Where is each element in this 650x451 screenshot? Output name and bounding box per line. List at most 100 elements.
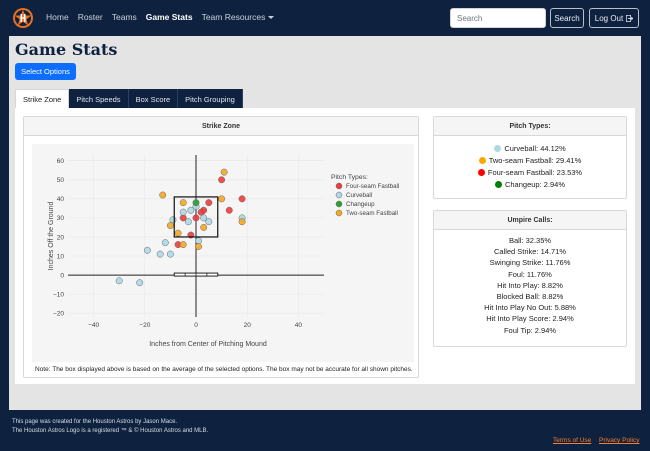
strike-zone-note: Note: The box displayed above is based o… bbox=[35, 366, 413, 373]
pitch-point bbox=[205, 199, 213, 207]
navbar: Home Roster Teams Game Stats Team Resour… bbox=[0, 0, 650, 36]
strike-zone-plot[interactable]: −40 −20 0 20 40 −20 −10 0 10 20 30 40 50 60 Inches fro… bbox=[32, 144, 414, 362]
legend-marker bbox=[335, 182, 343, 190]
pitch-type-item: Curveball: 44.12% bbox=[434, 142, 626, 154]
terms-of-use-link[interactable]: Terms of Use bbox=[553, 437, 591, 444]
y-tick-label: 50 bbox=[57, 177, 65, 184]
nav-game-stats[interactable]: Game Stats bbox=[146, 12, 193, 22]
pitch-point bbox=[179, 208, 187, 216]
nav-links: Home Roster Teams Game Stats Team Resour… bbox=[46, 12, 275, 22]
four-seam-dot-icon bbox=[477, 168, 485, 176]
pitch-types-card: Pitch Types: Curveball: 44.12% Two-seam … bbox=[433, 116, 627, 199]
legend-label: Changeup bbox=[346, 201, 375, 208]
pitch-point bbox=[169, 216, 177, 224]
legend-marker bbox=[335, 209, 343, 217]
pitch-type-label: Four-seam Fastball: 23.53% bbox=[487, 167, 583, 177]
tab-panel: Strike Zone −40 −20 0 20 40 −20 −10 0 10 20 30 40 50… bbox=[15, 108, 635, 384]
pitch-type-item: Changeup: 2.94% bbox=[434, 178, 626, 190]
tab-bar: Strike Zone Pitch Speeds Box Score Pitch… bbox=[15, 89, 243, 109]
pitch-point bbox=[197, 208, 205, 216]
legend-marker bbox=[335, 200, 343, 208]
umpire-call-item: Ball: 32.35% bbox=[508, 236, 552, 245]
search-button[interactable]: Search bbox=[550, 8, 584, 28]
pitch-point bbox=[166, 250, 174, 258]
strike-zone-chart: −40 −20 0 20 40 −20 −10 0 10 20 30 40 50 60 Inches fro… bbox=[48, 155, 399, 348]
x-tick-label: 40 bbox=[295, 322, 303, 329]
umpire-call-item: Hit Into Play Score: 2.94% bbox=[486, 314, 574, 324]
footer-copyright: The Houston Astros Logo is a registered … bbox=[12, 428, 209, 434]
x-tick-label: 20 bbox=[244, 322, 252, 329]
pitch-point bbox=[200, 223, 208, 231]
y-tick-label: −20 bbox=[53, 310, 64, 317]
footer-credit: This page was created for the Houston As… bbox=[12, 419, 178, 425]
pitch-type-label: Two-seam Fastball: 29.41% bbox=[488, 155, 582, 165]
tab-box-score[interactable]: Box Score bbox=[128, 89, 179, 109]
privacy-policy-link[interactable]: Privacy Policy bbox=[599, 437, 639, 444]
y-tick-label: −10 bbox=[53, 291, 64, 298]
x-tick-label: 0 bbox=[194, 322, 198, 329]
nav-teams[interactable]: Teams bbox=[112, 12, 137, 22]
umpire-calls-header: Umpire Calls: bbox=[434, 211, 626, 230]
nav-team-resources-dropdown[interactable]: Team Resources bbox=[202, 12, 275, 22]
pitch-point bbox=[136, 279, 144, 287]
pitch-point bbox=[205, 218, 213, 226]
nav-roster[interactable]: Roster bbox=[78, 12, 103, 22]
nav-team-resources-label: Team Resources bbox=[201, 12, 266, 22]
y-axis-title: Inches Off the Ground bbox=[48, 202, 55, 271]
pitch-types-list: Curveball: 44.12% Two-seam Fastball: 29.… bbox=[434, 136, 626, 190]
pitch-type-label: Changeup: 2.94% bbox=[504, 179, 566, 189]
nav-home[interactable]: Home bbox=[46, 12, 69, 22]
y-tick-label: 40 bbox=[57, 196, 65, 203]
umpire-calls-card: Umpire Calls: Ball: 32.35% Called Strike… bbox=[433, 210, 627, 347]
legend-label: Two-seam Fastball bbox=[346, 210, 398, 217]
pitch-point bbox=[192, 199, 200, 207]
strike-zone-card: Strike Zone −40 −20 0 20 40 −20 −10 0 10 20 30 40 50… bbox=[23, 116, 419, 378]
pitch-point bbox=[238, 218, 246, 226]
tab-pitch-speeds[interactable]: Pitch Speeds bbox=[69, 89, 129, 109]
pitch-point bbox=[161, 239, 169, 247]
umpire-call-item: Hit Into Play: 8.82% bbox=[497, 280, 563, 290]
legend-title: Pitch Types: bbox=[331, 174, 368, 181]
pitch-point bbox=[166, 222, 174, 229]
umpire-call-item: Called Strike: 14.71% bbox=[493, 247, 567, 257]
y-tick-label: 30 bbox=[57, 215, 65, 222]
umpire-call-item: Blocked Ball: 8.82% bbox=[496, 291, 564, 301]
umpire-call-item: Foul: 11.76% bbox=[508, 269, 552, 279]
y-tick-label: 60 bbox=[57, 158, 65, 165]
pitch-point bbox=[238, 195, 246, 203]
pitch-point bbox=[192, 214, 200, 222]
x-tick-label: −40 bbox=[88, 322, 99, 329]
legend-label: Four-seam Fastball bbox=[346, 183, 399, 190]
tab-strike-zone[interactable]: Strike Zone bbox=[15, 89, 70, 109]
pitch-type-label: Curveball: 44.12% bbox=[504, 143, 566, 153]
logout-button[interactable]: Log Out bbox=[589, 8, 639, 28]
pitch-point bbox=[143, 246, 151, 254]
x-tick-label: −20 bbox=[139, 322, 150, 329]
pitch-point bbox=[174, 229, 182, 237]
pitch-point bbox=[225, 206, 233, 214]
pitch-point bbox=[179, 241, 187, 249]
page-title: Game Stats bbox=[15, 40, 118, 59]
legend-label: Curveball bbox=[346, 192, 372, 199]
pitch-point bbox=[218, 176, 226, 184]
y-tick-label: 0 bbox=[60, 272, 64, 279]
tab-pitch-grouping[interactable]: Pitch Grouping bbox=[178, 89, 243, 109]
pitch-type-item: Four-seam Fastball: 23.53% bbox=[434, 166, 626, 178]
curveball-dot-icon bbox=[494, 144, 502, 152]
pitch-types-header: Pitch Types: bbox=[434, 117, 626, 136]
x-axis-title: Inches from Center of Pitching Mound bbox=[149, 341, 267, 348]
pitch-point bbox=[159, 191, 167, 199]
pitch-point bbox=[156, 250, 164, 258]
pitch-point bbox=[195, 243, 203, 250]
umpire-call-item: Hit Into Play No Out: 5.88% bbox=[484, 303, 576, 313]
pitch-point bbox=[218, 195, 226, 203]
main-area: Game Stats Select Options Strike Zone Pi… bbox=[0, 36, 650, 410]
search-input[interactable] bbox=[450, 8, 546, 28]
logout-label: Log Out bbox=[594, 13, 624, 23]
umpire-call-item: Foul Tip: 2.94% bbox=[503, 325, 557, 335]
select-options-button[interactable]: Select Options bbox=[15, 63, 76, 80]
astros-logo-icon[interactable] bbox=[11, 6, 35, 30]
pitch-point bbox=[220, 168, 228, 176]
changeup-dot-icon bbox=[494, 180, 502, 188]
pitch-point bbox=[179, 199, 187, 207]
